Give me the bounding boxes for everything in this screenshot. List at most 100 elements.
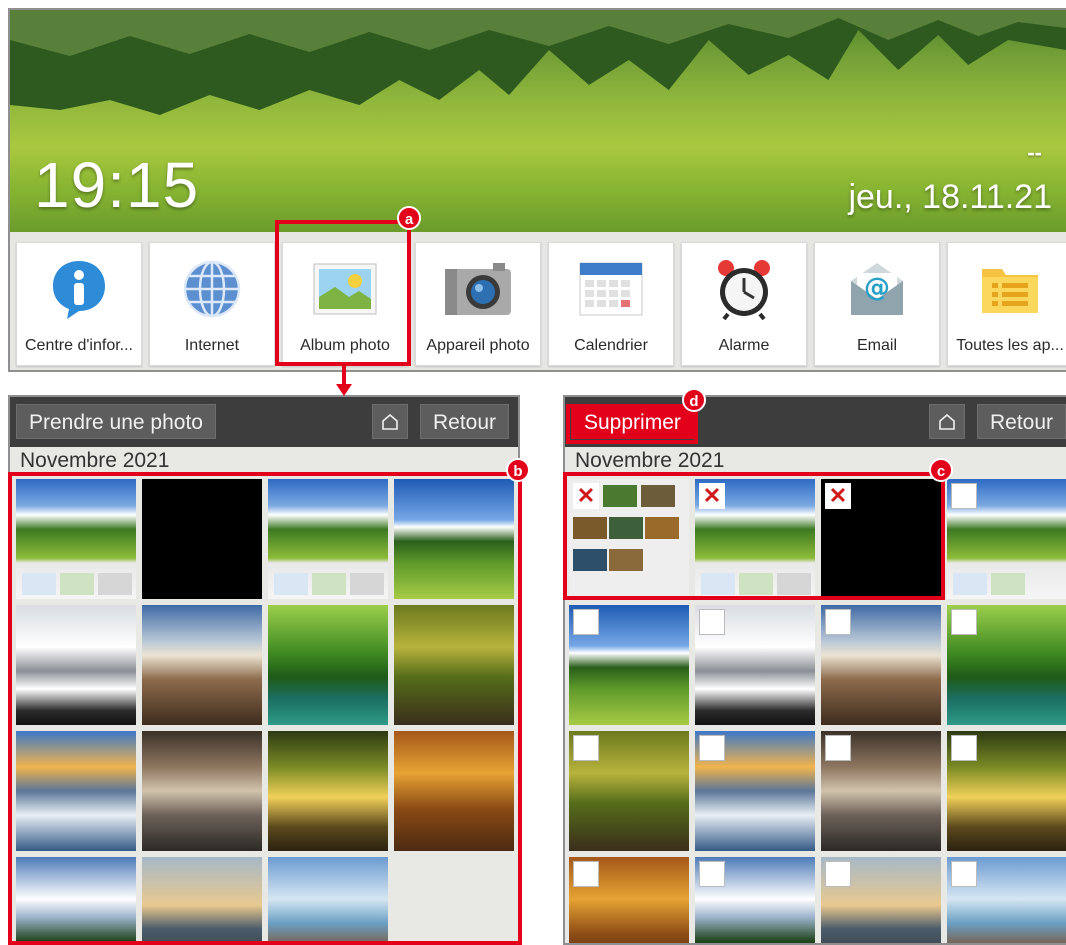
app-tile-camera[interactable]: Appareil photo <box>415 242 541 366</box>
gallery-toolbar: Prendre une photo Retour <box>10 397 518 447</box>
photo-thumbnail[interactable] <box>821 605 941 725</box>
month-header: Novembre 2021 <box>575 449 725 472</box>
app-tile-info-center[interactable]: Centre d'infor... <box>16 242 142 366</box>
home-screen: 19:15 -- jeu., 18.11.21 Centre d'infor..… <box>8 8 1066 372</box>
marker-b: b <box>506 458 530 482</box>
photo-thumbnail[interactable] <box>394 731 514 851</box>
photo-thumbnail-selected[interactable]: ✕ <box>821 479 941 599</box>
checkbox[interactable] <box>699 861 725 887</box>
all-apps-icon <box>948 257 1066 321</box>
checkbox[interactable] <box>951 735 977 761</box>
checkbox[interactable] <box>951 609 977 635</box>
photo-thumbnail[interactable] <box>569 857 689 943</box>
app-dock: Centre d'infor... Internet Album photo A… <box>10 232 1066 370</box>
checkbox[interactable] <box>573 609 599 635</box>
home-icon <box>939 413 955 430</box>
photo-thumbnail[interactable] <box>394 605 514 725</box>
photo-thumbnail[interactable] <box>947 605 1066 725</box>
photo-album-icon <box>283 257 407 321</box>
forest-silhouette <box>10 10 1066 115</box>
checkbox[interactable] <box>573 735 599 761</box>
app-tile-alarm[interactable]: Alarme <box>681 242 807 366</box>
photo-album-screen: Prendre une photo Retour Novembre 2021 <box>8 395 520 945</box>
marker-c: c <box>929 458 953 482</box>
app-tile-photo-album[interactable]: Album photo <box>282 242 408 366</box>
checkbox[interactable] <box>951 483 977 509</box>
photo-thumbnail[interactable] <box>16 479 136 599</box>
photo-thumbnail[interactable] <box>142 731 262 851</box>
app-label: Calendrier <box>574 337 648 354</box>
figure-root: 19:15 -- jeu., 18.11.21 Centre d'infor..… <box>0 0 1066 945</box>
checkbox[interactable] <box>573 861 599 887</box>
delete-button[interactable]: Supprimer <box>571 404 694 439</box>
info-icon <box>17 257 141 321</box>
photo-thumbnail[interactable] <box>16 731 136 851</box>
weather-placeholder: -- <box>1027 140 1042 165</box>
checkbox[interactable] <box>699 609 725 635</box>
photo-thumbnail[interactable] <box>16 605 136 725</box>
photo-thumbnail[interactable] <box>569 605 689 725</box>
take-photo-button[interactable]: Prendre une photo <box>16 404 216 439</box>
photo-thumbnail[interactable] <box>821 731 941 851</box>
photo-thumbnail-selected[interactable]: ✕ <box>569 479 689 599</box>
checkbox[interactable] <box>825 609 851 635</box>
photo-thumbnail[interactable] <box>821 857 941 943</box>
date-label: jeu., 18.11.21 <box>848 178 1052 216</box>
month-header: Novembre 2021 <box>20 449 170 472</box>
app-tile-email[interactable]: @ Email <box>814 242 940 366</box>
photo-thumbnail[interactable] <box>268 857 388 943</box>
email-icon: @ <box>815 257 939 321</box>
photo-thumbnail[interactable] <box>695 605 815 725</box>
app-tile-internet[interactable]: Internet <box>149 242 275 366</box>
photo-thumbnail[interactable] <box>947 857 1066 943</box>
photo-thumbnail[interactable] <box>695 857 815 943</box>
photo-thumbnail[interactable] <box>268 479 388 599</box>
photo-thumbnail[interactable] <box>695 731 815 851</box>
checkbox[interactable] <box>825 735 851 761</box>
selected-checkbox[interactable]: ✕ <box>699 483 725 509</box>
home-button[interactable] <box>929 404 965 439</box>
photo-thumbnail[interactable] <box>268 605 388 725</box>
alarm-clock-icon <box>682 257 806 321</box>
photo-thumbnail[interactable] <box>142 479 262 599</box>
app-label: Toutes les ap... <box>956 337 1064 354</box>
photo-thumbnail[interactable] <box>142 857 262 943</box>
svg-text:@: @ <box>864 273 890 303</box>
photo-thumbnail[interactable] <box>142 605 262 725</box>
photo-thumbnail[interactable] <box>16 857 136 943</box>
gallery-toolbar: Supprimer Retour <box>565 397 1066 447</box>
clock-time: 19:15 <box>34 149 200 221</box>
marker-a: a <box>397 206 421 230</box>
arrow-head <box>336 384 352 396</box>
wallpaper-meadow: 19:15 -- jeu., 18.11.21 <box>10 10 1066 232</box>
selected-checkbox[interactable]: ✕ <box>825 483 851 509</box>
photo-thumbnail[interactable] <box>569 731 689 851</box>
marker-d: d <box>682 388 706 412</box>
globe-icon <box>150 257 274 321</box>
calendar-icon <box>549 257 673 321</box>
app-label: Album photo <box>300 337 390 354</box>
checkbox[interactable] <box>825 861 851 887</box>
app-label: Centre d'infor... <box>25 337 133 354</box>
arrow-line <box>342 366 346 386</box>
app-tile-calendar[interactable]: Calendrier <box>548 242 674 366</box>
home-button[interactable] <box>372 404 408 439</box>
photo-thumbnail[interactable] <box>947 731 1066 851</box>
home-icon <box>382 413 398 430</box>
app-label: Appareil photo <box>426 337 530 354</box>
photo-thumbnail[interactable] <box>947 479 1066 599</box>
back-button[interactable]: Retour <box>977 404 1066 439</box>
app-label: Email <box>856 337 897 354</box>
checkbox[interactable] <box>699 735 725 761</box>
app-label: Alarme <box>718 337 770 354</box>
camera-icon <box>416 257 540 321</box>
photo-album-delete-screen: Supprimer Retour Novembre 2021 ✕ ✕ ✕ <box>563 395 1066 945</box>
selected-checkbox[interactable]: ✕ <box>573 483 599 509</box>
back-button[interactable]: Retour <box>420 404 510 439</box>
app-tile-all-apps[interactable]: Toutes les ap... <box>947 242 1066 366</box>
photo-thumbnail[interactable] <box>394 479 514 599</box>
app-label: Internet <box>184 337 240 354</box>
checkbox[interactable] <box>951 861 977 887</box>
photo-thumbnail[interactable] <box>268 731 388 851</box>
photo-thumbnail-selected[interactable]: ✕ <box>695 479 815 599</box>
